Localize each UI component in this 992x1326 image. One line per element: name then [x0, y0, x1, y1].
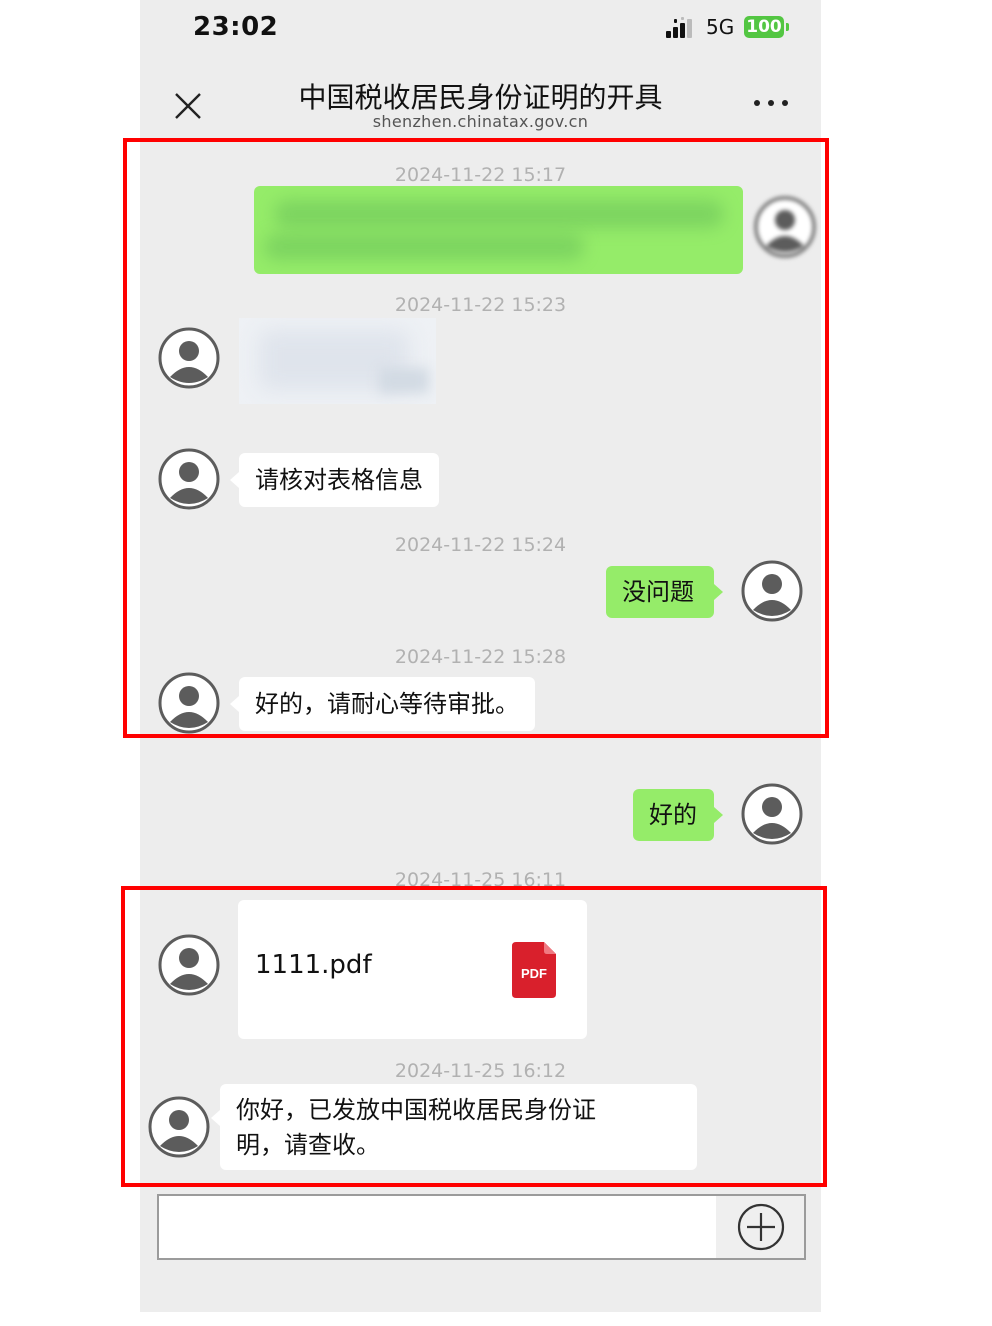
highlight-box — [123, 138, 829, 738]
nav-bar: 中国税收居民身份证明的开具 shenzhen.chinatax.gov.cn — [140, 56, 821, 136]
battery-tip — [786, 23, 789, 31]
message-bubble[interactable]: 好的 — [633, 789, 714, 841]
battery-icon: 100 — [744, 16, 784, 38]
page-title: 中国税收居民身份证明的开具 — [298, 81, 663, 114]
signal-icon — [666, 17, 692, 38]
status-bar: 23:02 5G 100 — [140, 0, 821, 56]
highlight-box — [121, 886, 827, 1187]
add-attachment-button[interactable] — [716, 1196, 804, 1258]
message-input[interactable] — [159, 1196, 716, 1258]
self-avatar[interactable] — [741, 783, 803, 845]
more-dots-icon[interactable] — [752, 94, 792, 114]
plus-circle-icon — [737, 1203, 785, 1251]
network-label: 5G — [706, 15, 735, 39]
status-time: 23:02 — [193, 12, 279, 42]
message-input-bar — [157, 1194, 806, 1260]
page-domain: shenzhen.chinatax.gov.cn — [372, 112, 589, 131]
